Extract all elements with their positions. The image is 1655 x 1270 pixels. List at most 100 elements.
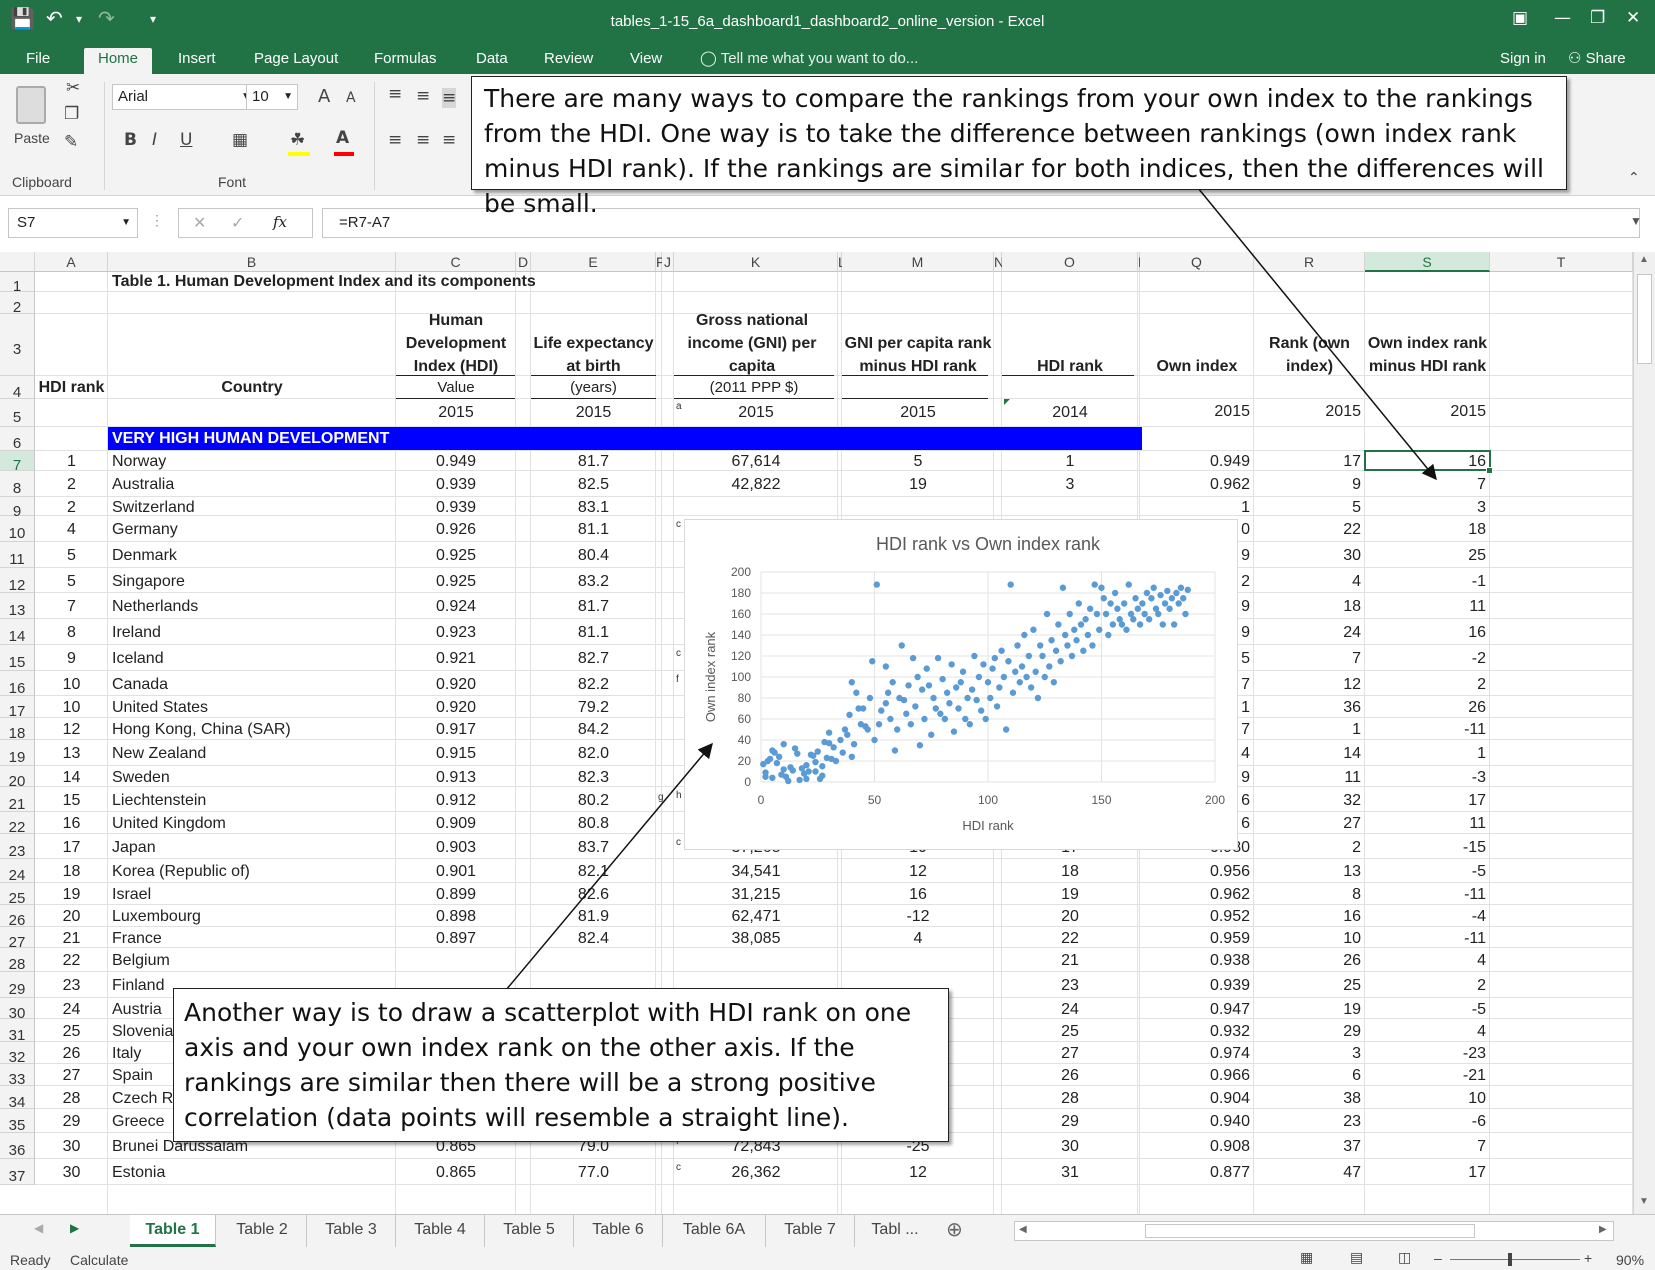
own-index-cell[interactable]: 0.974 xyxy=(1140,1045,1250,1063)
hdi-value-cell[interactable]: 0.917 xyxy=(396,721,516,739)
row-header-2[interactable]: 2 xyxy=(0,292,35,316)
tab-file[interactable]: File xyxy=(22,48,54,74)
scroll-left-icon[interactable]: ◀ xyxy=(1019,1224,1027,1235)
own-index-cell[interactable]: 1 xyxy=(1140,499,1250,517)
column-header-e[interactable]: E xyxy=(531,252,656,272)
gni-cell[interactable]: 62,471 xyxy=(674,908,838,926)
hdi-rank-2014-cell[interactable]: 30 xyxy=(1002,1138,1138,1156)
sheet-tab-table-6a[interactable]: Table 6A xyxy=(663,1215,766,1247)
page-layout-view-icon[interactable]: ▤ xyxy=(1350,1250,1363,1266)
rank-own-index-cell[interactable]: 7 xyxy=(1254,650,1361,668)
own-minus-hdi-cell[interactable]: 3 xyxy=(1365,499,1486,517)
rank-own-index-cell[interactable]: 5 xyxy=(1254,499,1361,517)
hdi-value-cell[interactable]: 0.939 xyxy=(396,499,516,517)
hdi-rank-cell[interactable]: 14 xyxy=(35,769,108,787)
row-header-6[interactable]: 6 xyxy=(0,427,35,452)
hdi-value-cell[interactable]: 0.913 xyxy=(396,769,516,787)
tab-home[interactable]: Home xyxy=(84,48,153,74)
align-right-icon[interactable]: ≡ xyxy=(442,130,456,150)
country-cell[interactable]: Sweden xyxy=(112,769,170,787)
sheet-tab-table-3[interactable]: Table 3 xyxy=(307,1215,396,1247)
hdi-rank-cell[interactable]: 17 xyxy=(35,839,108,857)
scroll-thumb[interactable] xyxy=(1637,274,1652,364)
name-box[interactable]: S7 ▼ xyxy=(8,208,138,238)
hdi-value-cell[interactable]: 0.926 xyxy=(396,521,516,539)
row-header-16[interactable]: 16 xyxy=(0,671,35,697)
hdi-rank-2014-cell[interactable]: 3 xyxy=(1002,476,1138,494)
own-minus-hdi-cell[interactable]: -11 xyxy=(1365,721,1486,739)
cancel-icon[interactable]: ✕ xyxy=(193,213,206,233)
row-header-30[interactable]: 30 xyxy=(0,998,35,1022)
minimize-icon[interactable]: — xyxy=(1554,8,1571,28)
row-header-14[interactable]: 14 xyxy=(0,619,35,645)
column-header-d[interactable]: D xyxy=(516,252,531,272)
rank-own-index-cell[interactable]: 37 xyxy=(1254,1138,1361,1156)
own-minus-hdi-cell[interactable]: 18 xyxy=(1365,521,1486,539)
rank-own-index-cell[interactable]: 17 xyxy=(1254,453,1361,471)
own-minus-hdi-cell[interactable]: 2 xyxy=(1365,676,1486,694)
align-center-icon[interactable]: ≡ xyxy=(416,130,430,150)
rank-own-index-cell[interactable]: 3 xyxy=(1254,1045,1361,1063)
column-header-m[interactable]: M xyxy=(842,252,994,272)
hdi-value-cell[interactable]: 0.865 xyxy=(396,1164,516,1182)
italic-button[interactable]: I xyxy=(152,130,157,150)
hdi-rank-cell[interactable]: 21 xyxy=(35,930,108,948)
life-expectancy-cell[interactable]: 84.2 xyxy=(531,721,656,739)
enter-icon[interactable]: ✓ xyxy=(231,213,244,233)
rank-own-index-cell[interactable]: 19 xyxy=(1254,1001,1361,1019)
own-minus-hdi-cell[interactable]: 2 xyxy=(1365,977,1486,995)
zoom-slider-thumb[interactable] xyxy=(1508,1253,1512,1266)
life-expectancy-cell[interactable]: 83.1 xyxy=(531,499,656,517)
hdi-value-cell[interactable]: 0.899 xyxy=(396,886,516,904)
hdi-value-cell[interactable]: 0.949 xyxy=(396,453,516,471)
hdi-rank-2014-cell[interactable]: 1 xyxy=(1002,453,1138,471)
gni-minus-hdi-cell[interactable]: 16 xyxy=(842,886,994,904)
own-minus-hdi-cell[interactable]: 7 xyxy=(1365,476,1486,494)
own-minus-hdi-cell[interactable]: -3 xyxy=(1365,769,1486,787)
life-expectancy-cell[interactable]: 82.1 xyxy=(531,863,656,881)
hdi-rank-2014-cell[interactable]: 23 xyxy=(1002,977,1138,995)
column-header-c[interactable]: C xyxy=(396,252,516,272)
hdi-rank-2014-cell[interactable]: 24 xyxy=(1002,1001,1138,1019)
hdi-rank-cell[interactable]: 4 xyxy=(35,521,108,539)
own-minus-hdi-cell[interactable]: 1 xyxy=(1365,745,1486,763)
tab-formulas[interactable]: Formulas xyxy=(370,48,441,74)
country-cell[interactable]: Switzerland xyxy=(112,499,195,517)
country-cell[interactable]: Netherlands xyxy=(112,598,198,616)
hdi-rank-cell[interactable]: 23 xyxy=(35,977,108,995)
life-expectancy-cell[interactable]: 81.1 xyxy=(531,624,656,642)
gni-minus-hdi-cell[interactable]: 12 xyxy=(842,863,994,881)
own-index-cell[interactable]: 0.949 xyxy=(1140,453,1250,471)
hdi-rank-2014-cell[interactable]: 28 xyxy=(1002,1090,1138,1108)
own-minus-hdi-cell[interactable]: -11 xyxy=(1365,886,1486,904)
gni-cell[interactable]: 26,362 xyxy=(674,1164,838,1182)
rank-own-index-cell[interactable]: 14 xyxy=(1254,745,1361,763)
country-cell[interactable]: Spain xyxy=(112,1067,153,1085)
rank-own-index-cell[interactable]: 30 xyxy=(1254,547,1361,565)
sheet-tab-table-4[interactable]: Table 4 xyxy=(396,1215,485,1247)
gni-cell[interactable]: 42,822 xyxy=(674,476,838,494)
country-cell[interactable]: Australia xyxy=(112,476,174,494)
sheet-tab-table-5[interactable]: Table 5 xyxy=(485,1215,574,1247)
own-index-cell[interactable]: 0.877 xyxy=(1140,1164,1250,1182)
page-break-view-icon[interactable]: ◫ xyxy=(1398,1250,1411,1266)
life-expectancy-cell[interactable]: 82.0 xyxy=(531,745,656,763)
country-cell[interactable]: Hong Kong, China (SAR) xyxy=(112,721,291,739)
tab-view[interactable]: View xyxy=(626,48,666,74)
life-expectancy-cell[interactable]: 81.1 xyxy=(531,521,656,539)
hdi-rank-cell[interactable]: 28 xyxy=(35,1090,108,1108)
column-header-j[interactable]: J xyxy=(662,252,674,272)
font-name-select[interactable]: Arial▼ xyxy=(112,84,256,110)
country-cell[interactable]: United States xyxy=(112,699,208,717)
hdi-rank-2014-cell[interactable]: 21 xyxy=(1002,952,1138,970)
row-header-20[interactable]: 20 xyxy=(0,766,35,790)
country-cell[interactable]: Denmark xyxy=(112,547,177,565)
hdi-rank-2014-cell[interactable]: 26 xyxy=(1002,1067,1138,1085)
hdi-rank-2014-cell[interactable]: 19 xyxy=(1002,886,1138,904)
row-header-33[interactable]: 33 xyxy=(0,1064,35,1088)
life-expectancy-cell[interactable]: 79.2 xyxy=(531,699,656,717)
row-header-35[interactable]: 35 xyxy=(0,1109,35,1134)
country-cell[interactable]: Estonia xyxy=(112,1164,165,1182)
hdi-value-cell[interactable]: 0.898 xyxy=(396,908,516,926)
hdi-rank-2014-cell[interactable]: 29 xyxy=(1002,1113,1138,1131)
